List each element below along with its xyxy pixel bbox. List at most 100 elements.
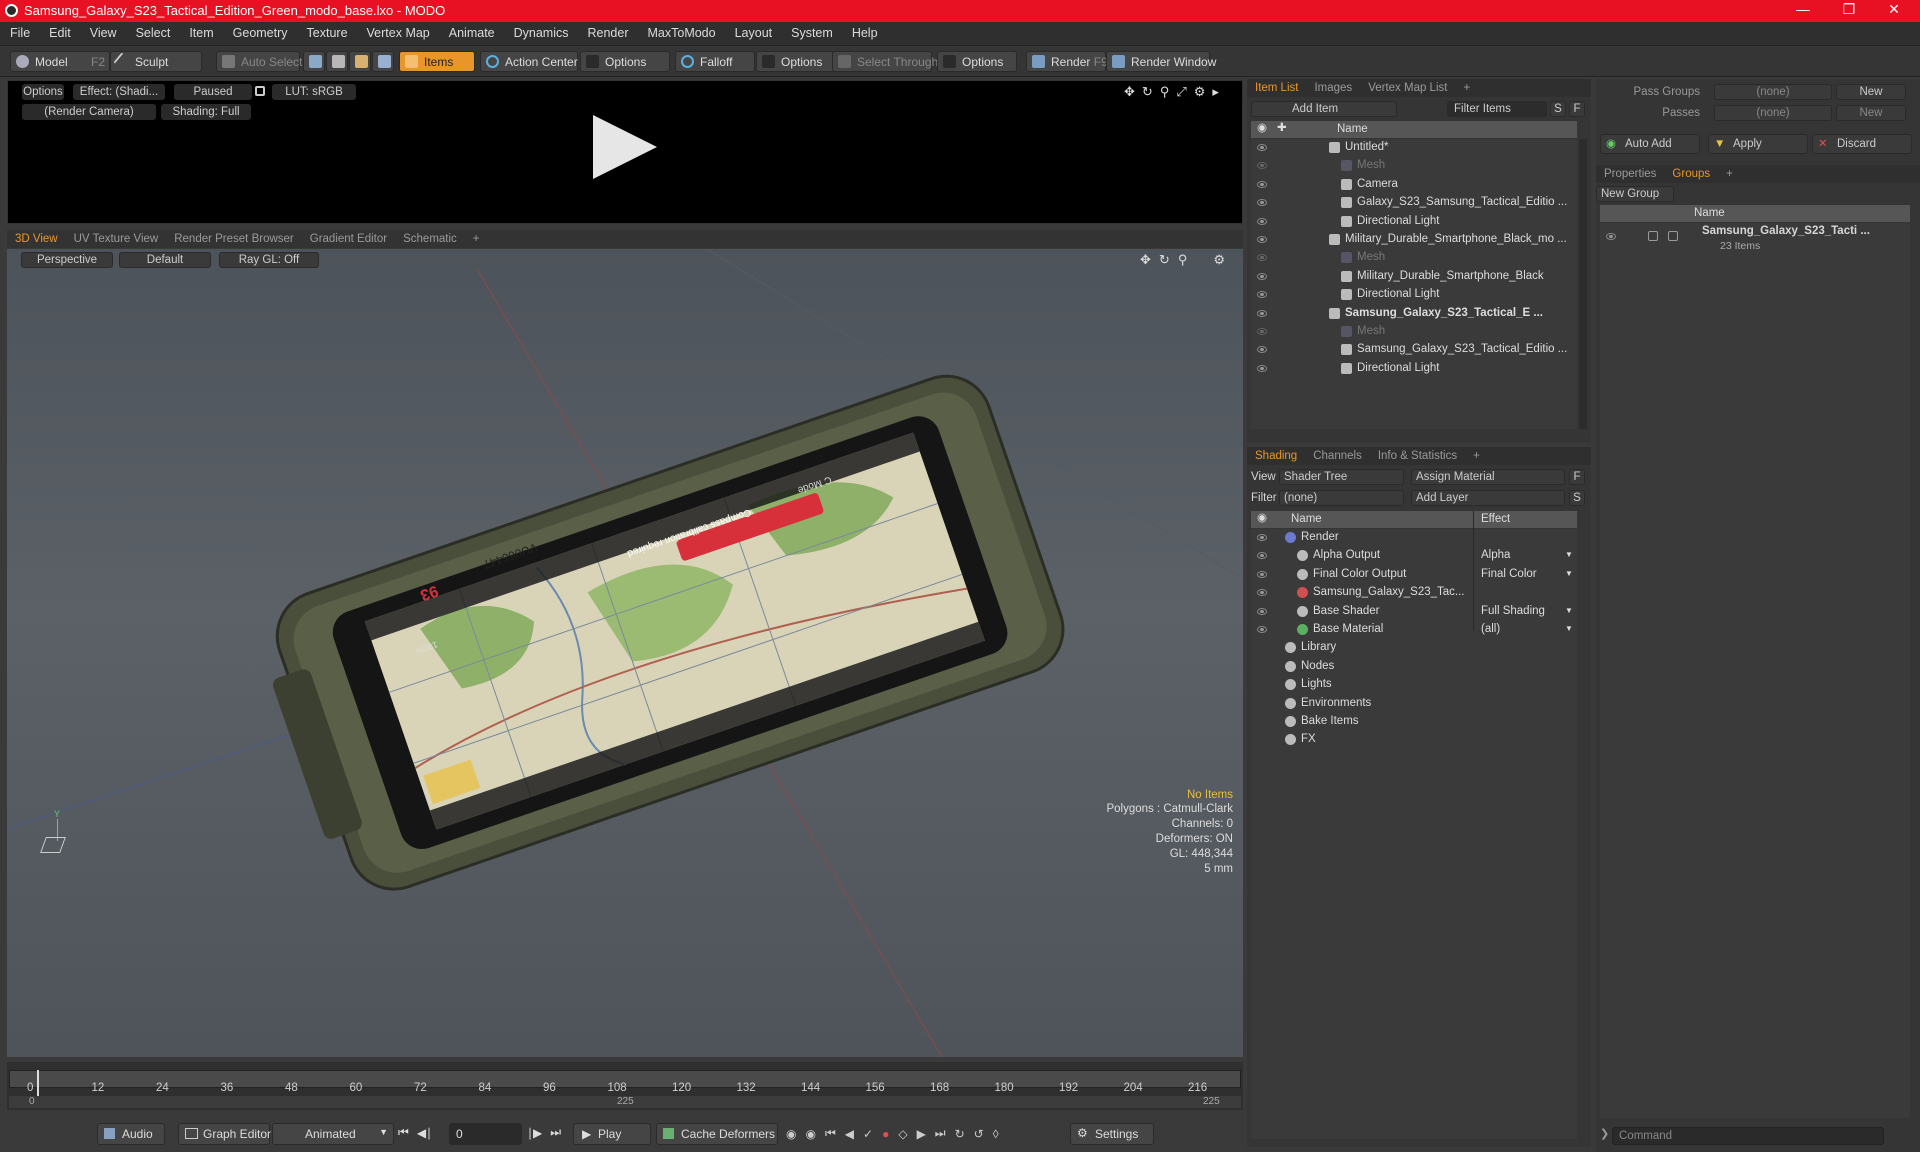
add-layer-dropdown[interactable]: Add Layer xyxy=(1411,490,1565,506)
model-button[interactable]: Model F2 xyxy=(10,51,110,72)
preview-options-button[interactable]: Options xyxy=(22,84,64,100)
select-through-options-button[interactable]: Options xyxy=(937,51,1017,72)
eye-icon[interactable] xyxy=(1257,328,1267,335)
last-frame-icon[interactable]: ⏭ xyxy=(550,1125,561,1140)
shader-tree-row[interactable]: Samsung_Galaxy_S23_Tac... xyxy=(1251,584,1577,602)
shader-tree-row[interactable]: Nodes xyxy=(1251,658,1577,676)
discard-button[interactable]: ✕ Discard xyxy=(1812,134,1912,154)
shader-effect-value[interactable]: Full Shading xyxy=(1481,605,1545,617)
select-edges-button[interactable] xyxy=(326,51,348,72)
play-preview-icon[interactable] xyxy=(593,115,657,179)
shader-effect-value[interactable]: Final Color xyxy=(1481,568,1537,580)
new-group-button[interactable]: New Group xyxy=(1596,186,1674,202)
eye-icon[interactable] xyxy=(1606,233,1616,240)
menu-item-animate[interactable]: Animate xyxy=(439,22,504,40)
maximize-icon[interactable]: ⤢ xyxy=(1176,84,1186,100)
select-polygons-button[interactable] xyxy=(349,51,371,72)
groups-tab-groups[interactable]: Groups xyxy=(1664,166,1718,182)
eye-icon[interactable] xyxy=(1257,180,1267,188)
s-button[interactable]: S xyxy=(1550,101,1566,117)
cache-deformers-button[interactable]: Cache Deformers xyxy=(656,1123,778,1145)
lut-dropdown[interactable]: LUT: sRGB xyxy=(272,84,356,100)
chevron-down-icon[interactable]: ▼ xyxy=(1565,606,1573,615)
eye-icon[interactable] xyxy=(1257,589,1267,597)
checkbox-icon[interactable] xyxy=(1648,231,1658,241)
item-list-row[interactable]: Directional Light xyxy=(1251,213,1577,231)
eye-icon[interactable] xyxy=(1257,236,1267,243)
animated-dropdown[interactable]: Animated ▼ xyxy=(272,1123,394,1145)
arrow-right-icon[interactable]: ▸ xyxy=(1212,84,1219,100)
menu-item-item[interactable]: Item xyxy=(179,22,222,40)
item-list-row[interactable]: Camera xyxy=(1251,176,1577,194)
menu-item-layout[interactable]: Layout xyxy=(725,22,782,40)
render-camera-dropdown[interactable]: (Render Camera) xyxy=(22,104,156,120)
shader-tree-row[interactable]: Base Material (all) ▼ xyxy=(1251,621,1577,639)
paused-button[interactable]: Paused xyxy=(174,84,252,100)
eye-icon[interactable] xyxy=(1257,309,1267,317)
checkbox-icon[interactable] xyxy=(1668,231,1678,241)
shading-tab-channels[interactable]: Channels xyxy=(1305,448,1370,464)
item-list-row[interactable]: Samsung_Galaxy_S23_Tactical_E ... xyxy=(1251,305,1577,323)
audio-button[interactable]: Audio xyxy=(97,1123,165,1145)
new-pass-button[interactable]: New xyxy=(1836,105,1906,121)
play-button[interactable]: ▶ Play xyxy=(573,1123,651,1145)
menu-item-texture[interactable]: Texture xyxy=(297,22,357,40)
shading-tab-info-statistics[interactable]: Info & Statistics xyxy=(1370,448,1465,464)
close-icon[interactable]: ✕ xyxy=(1874,1,1914,18)
key-icon[interactable]: ◉ xyxy=(786,1127,796,1141)
shader-tree-row[interactable]: Alpha Output Alpha ▼ xyxy=(1251,547,1577,565)
groups-add-tab-icon[interactable]: + xyxy=(1718,166,1741,182)
menu-item-edit[interactable]: Edit xyxy=(39,22,80,40)
itemlist-add-tab-icon[interactable]: + xyxy=(1455,80,1478,96)
next-key-icon[interactable]: ∣▶ xyxy=(527,1126,542,1140)
skip-back-icon[interactable]: ⏮ xyxy=(825,1126,836,1141)
select-vertices-button[interactable] xyxy=(303,51,325,72)
item-list-row[interactable]: Military_Durable_Smartphone_Black_mo ... xyxy=(1251,231,1577,249)
menu-item-select[interactable]: Select xyxy=(126,22,180,40)
item-list-row[interactable]: Military_Durable_Smartphone_Black xyxy=(1251,268,1577,286)
viewport-tab-3d-view[interactable]: 3D View xyxy=(7,231,66,247)
effect-dropdown[interactable]: Effect: (Shadi... xyxy=(73,84,165,100)
item-list-scrollbar[interactable] xyxy=(1579,139,1587,429)
menu-item-dynamics[interactable]: Dynamics xyxy=(504,22,578,40)
eye-icon[interactable] xyxy=(1257,272,1267,280)
step-forward-icon[interactable]: ▶ xyxy=(917,1127,926,1141)
shading-dropdown[interactable]: Shading: Full xyxy=(161,104,251,120)
frame-field[interactable]: 0 xyxy=(449,1123,522,1145)
add-item-dropdown[interactable]: Add Item xyxy=(1251,101,1397,117)
group-row[interactable]: Samsung_Galaxy_S23_Tacti ... 23 Items xyxy=(1600,223,1910,255)
sculpt-button[interactable]: Sculpt xyxy=(110,51,202,72)
menu-item-view[interactable]: View xyxy=(80,22,126,40)
prev-key-icon[interactable]: ◀∣ xyxy=(417,1126,432,1140)
filter-dropdown[interactable]: (none) xyxy=(1279,490,1404,506)
graph-editor-button[interactable]: Graph Editor xyxy=(178,1123,271,1145)
chevron-down-icon[interactable]: ▼ xyxy=(1565,550,1573,559)
viewport-add-tab-icon[interactable]: + xyxy=(465,231,488,247)
viewport-tab-schematic[interactable]: Schematic xyxy=(395,231,465,247)
auto-key-icon[interactable]: ✓ xyxy=(863,1127,873,1141)
loop-icon[interactable]: ↻ xyxy=(955,1127,965,1141)
shader-tree-row[interactable]: FX xyxy=(1251,731,1577,749)
first-frame-icon[interactable]: ⏮ xyxy=(398,1125,409,1140)
shader-tree-row[interactable]: Render xyxy=(1251,529,1577,547)
pass-groups-dropdown[interactable]: (none) xyxy=(1714,84,1832,100)
item-list-row[interactable]: Directional Light xyxy=(1251,286,1577,304)
eye-icon[interactable] xyxy=(1257,346,1267,354)
key-icon[interactable]: ◉ xyxy=(805,1127,815,1141)
shader-tree-row[interactable]: Library xyxy=(1251,639,1577,657)
itemlist-tab-images[interactable]: Images xyxy=(1306,80,1360,96)
viewport-tab-uv-texture-view[interactable]: UV Texture View xyxy=(66,231,167,247)
falloff-options-button[interactable]: Options xyxy=(756,51,836,72)
eye-icon[interactable] xyxy=(1257,291,1267,299)
render-window-button[interactable]: Render Window xyxy=(1106,51,1216,72)
passes-dropdown[interactable]: (none) xyxy=(1714,105,1832,121)
playhead[interactable] xyxy=(37,1070,39,1096)
timeline[interactable]: 0 12 24 36 48 60 72 84 96 108 120 132 144 156 168 180 19… xyxy=(7,1062,1243,1110)
shader-tree-row[interactable]: Final Color Output Final Color ▼ xyxy=(1251,566,1577,584)
zoom-icon[interactable]: ⚲ xyxy=(1160,84,1170,100)
gear-icon[interactable]: ⚙ xyxy=(1194,84,1206,100)
eye-icon[interactable] xyxy=(1257,162,1267,170)
falloff-button[interactable]: Falloff xyxy=(675,51,755,72)
viewport-tab-render-preset-browser[interactable]: Render Preset Browser xyxy=(166,231,302,247)
chevron-down-icon[interactable]: ▼ xyxy=(1565,624,1573,633)
